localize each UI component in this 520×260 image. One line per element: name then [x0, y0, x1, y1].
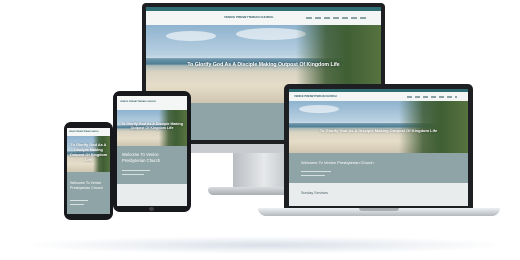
laptop-welcome-heading: Welcome To Venice Presbyterian Church — [301, 160, 374, 165]
tablet-welcome-band: Welcome To Venice Presbyterian Church — [117, 146, 187, 184]
ground-shadow — [20, 236, 510, 254]
tablet-header: VENICE PRESBYTERIAN CHURCH — [117, 96, 187, 111]
desktop-header: VENICE PRESBYTERIAN CHURCH — [146, 11, 381, 26]
phone-screen: VENICE PRESBYTERIAN CHURCH To Glorify Go… — [67, 128, 110, 214]
phone-hero-image: To Glorify God As A Disciple Making Outp… — [67, 136, 110, 172]
desktop-hero-tagline: To Glorify God As A Disciple Making Outp… — [187, 62, 340, 68]
tablet-screen: VENICE PRESBYTERIAN CHURCH To Glorify Go… — [117, 96, 187, 206]
laptop-services-section: Sunday Services — [289, 183, 468, 206]
desktop-logo[interactable]: VENICE PRESBYTERIAN CHURCH — [224, 15, 273, 19]
laptop-palm-trees — [399, 101, 468, 153]
phone-welcome-band: Welcome To Venice Presbyterian Church — [67, 172, 110, 214]
laptop-logo[interactable]: VENICE PRESBYTERIAN CHURCH — [294, 95, 337, 98]
phone-logo[interactable]: VENICE PRESBYTERIAN CHURCH — [69, 131, 99, 133]
laptop-hero-image: To Glorify God As A Disciple Making Outp… — [289, 101, 468, 153]
tablet-hero-image: To Glorify God As A Disciple Making Outp… — [117, 110, 187, 146]
tablet-home-button — [149, 207, 154, 211]
tablet-welcome-heading: Welcome To Venice Presbyterian Church — [122, 152, 161, 163]
laptop-sunday-services-heading: Sunday Services — [301, 191, 328, 195]
tablet-logo[interactable]: VENICE PRESBYTERIAN CHURCH — [120, 101, 156, 103]
phone-hero-tagline: To Glorify God As A Disciple Making Outp… — [69, 143, 108, 162]
tablet-hero-tagline: To Glorify God As A Disciple Making Outp… — [121, 122, 183, 130]
laptop-welcome-band: Welcome To Venice Presbyterian Church — [289, 153, 468, 183]
desktop-nav[interactable] — [306, 17, 366, 19]
tablet-lower-section — [117, 184, 187, 206]
laptop-hinge-notch — [359, 208, 399, 211]
laptop-nav[interactable] — [407, 96, 457, 98]
phone-welcome-heading: Welcome To Venice Presbyterian Church — [70, 181, 103, 190]
laptop-hero-tagline: To Glorify God As A Disciple Making Outp… — [319, 128, 438, 133]
laptop-screen: VENICE PRESBYTERIAN CHURCH To Glorify Go… — [289, 89, 468, 206]
device-mockup-scene: VENICE PRESBYTERIAN CHURCH To Glorify Go… — [0, 0, 520, 260]
